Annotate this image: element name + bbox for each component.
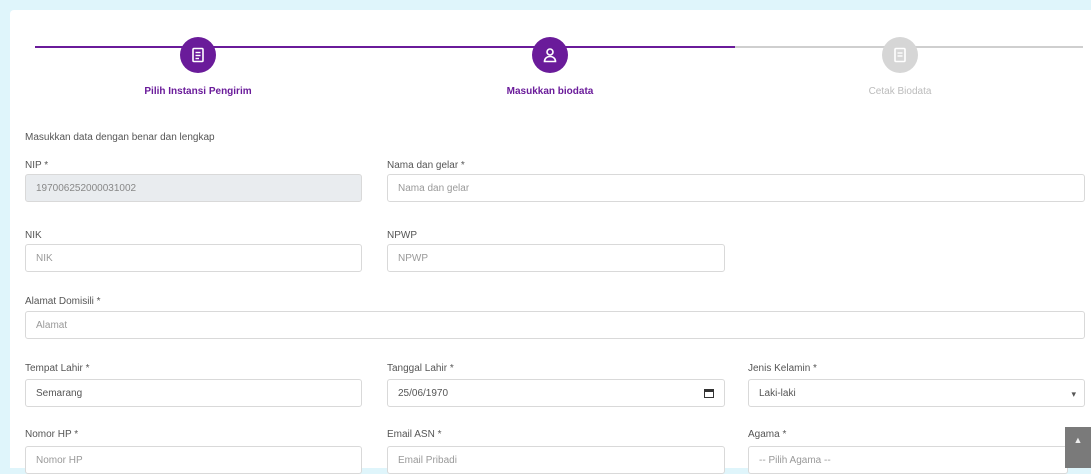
- step-2-label[interactable]: Masukkan biodata: [507, 86, 594, 97]
- nip-field: 197006252000031002: [25, 174, 362, 202]
- jenis-kelamin-select[interactable]: Laki-laki ▾: [748, 379, 1085, 407]
- alamat-label: Alamat Domisili *: [25, 296, 101, 307]
- chevron-up-icon: ▲: [1073, 435, 1083, 445]
- step-1-circle[interactable]: [180, 37, 216, 73]
- tempat-lahir-field[interactable]: Semarang: [25, 379, 362, 407]
- nik-label: NIK: [25, 230, 42, 241]
- user-icon: [543, 48, 557, 63]
- document-icon: [192, 47, 204, 63]
- npwp-field[interactable]: NPWP: [387, 244, 725, 272]
- form-card: Pilih Instansi Pengirim Masukkan biodata…: [10, 10, 1091, 474]
- stepper-progress-line: [35, 46, 735, 48]
- nip-label: NIP *: [25, 160, 49, 171]
- step-3-label[interactable]: Cetak Biodata: [869, 86, 932, 97]
- chevron-down-icon: ▾: [1071, 389, 1076, 399]
- nomor-hp-label: Nomor HP *: [25, 429, 79, 440]
- nomor-hp-field[interactable]: Nomor HP: [25, 446, 362, 474]
- nama-field[interactable]: Nama dan gelar: [387, 174, 1085, 202]
- step-3-circle[interactable]: [882, 37, 918, 73]
- jenis-kelamin-label: Jenis Kelamin *: [748, 363, 817, 374]
- nik-field[interactable]: NIK: [25, 244, 362, 272]
- calendar-icon[interactable]: [704, 388, 714, 398]
- print-icon: [894, 47, 906, 63]
- alamat-field[interactable]: Alamat: [25, 311, 1085, 339]
- agama-select[interactable]: -- Pilih Agama --: [748, 446, 1068, 474]
- tanggal-lahir-field[interactable]: 25/06/1970: [387, 379, 725, 407]
- jenis-kelamin-value: Laki-laki: [759, 387, 796, 399]
- npwp-label: NPWP: [387, 230, 417, 241]
- email-field[interactable]: Email Pribadi: [387, 446, 725, 474]
- scroll-to-top-button[interactable]: ▲: [1065, 427, 1091, 468]
- agama-label: Agama *: [748, 429, 787, 440]
- step-1-label[interactable]: Pilih Instansi Pengirim: [144, 86, 251, 97]
- tanggal-lahir-value: 25/06/1970: [398, 387, 449, 399]
- form-intro-text: Masukkan data dengan benar dan lengkap: [25, 132, 215, 143]
- email-label: Email ASN *: [387, 429, 442, 440]
- tanggal-lahir-label: Tanggal Lahir *: [387, 363, 454, 374]
- nama-label: Nama dan gelar *: [387, 160, 465, 171]
- tempat-lahir-label: Tempat Lahir *: [25, 363, 90, 374]
- step-2-circle[interactable]: [532, 37, 568, 73]
